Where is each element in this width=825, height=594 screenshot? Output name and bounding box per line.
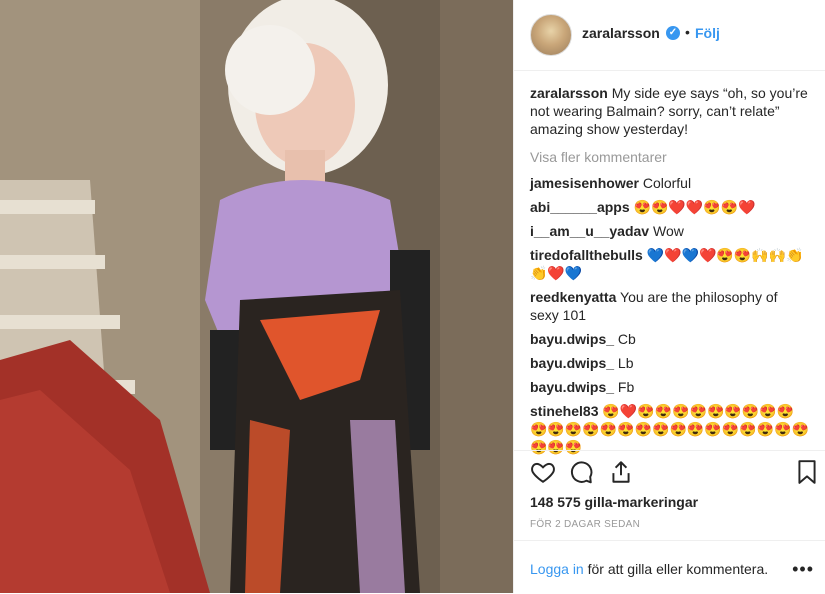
list-item: stinehel83 😍❤️😍😍😍😍😍😍😍😍😍😍😍😍😍😍😍😍😍😍😍😍😍😍😍😍😍😍… bbox=[530, 402, 810, 456]
login-link[interactable]: Logga in bbox=[530, 561, 584, 577]
list-item: jamesisenhower Colorful bbox=[530, 174, 810, 192]
list-item: reedkenyatta You are the philosophy of s… bbox=[530, 288, 810, 324]
likes-count[interactable]: 148 575 gilla-markeringar bbox=[530, 494, 698, 510]
comment-username[interactable]: abi______apps bbox=[530, 199, 630, 215]
action-bar bbox=[514, 450, 825, 495]
heart-icon[interactable] bbox=[530, 459, 556, 485]
list-item: tiredofallthebulls 💙❤️💙❤️😍😍🙌🙌👏👏❤️💙 bbox=[530, 246, 810, 282]
post-photo[interactable] bbox=[0, 0, 513, 593]
login-prompt: Logga in för att gilla eller kommentera. bbox=[530, 561, 768, 577]
comment-text: Lb bbox=[617, 355, 634, 371]
login-prompt-text: för att gilla eller kommentera. bbox=[583, 561, 769, 577]
comments-list[interactable]: zaralarsson My side eye says “oh, so you… bbox=[530, 84, 810, 455]
comment-text: 😍😍❤️❤️😍😍❤️ bbox=[633, 199, 756, 215]
avatar[interactable] bbox=[530, 14, 572, 56]
comment-text: Cb bbox=[617, 331, 636, 347]
more-options-icon[interactable]: ••• bbox=[792, 559, 814, 580]
view-more-comments-button[interactable]: Visa fler kommentarer bbox=[530, 148, 810, 166]
comment-text: Colorful bbox=[642, 175, 692, 191]
comment-text: Fb bbox=[617, 379, 635, 395]
post-header: zaralarsson ✓ • Följ bbox=[514, 0, 825, 71]
comment-username[interactable]: stinehel83 bbox=[530, 403, 598, 419]
comment-icon[interactable] bbox=[568, 459, 594, 485]
verified-badge-icon: ✓ bbox=[666, 26, 680, 40]
caption-username[interactable]: zaralarsson bbox=[530, 85, 608, 101]
photo-illustration bbox=[0, 0, 513, 593]
comment-text: Wow bbox=[652, 223, 684, 239]
follow-button[interactable]: Följ bbox=[695, 25, 720, 41]
post-sidebar: zaralarsson ✓ • Följ zaralarsson My side… bbox=[513, 0, 825, 593]
comment-username[interactable]: bayu.dwips_ bbox=[530, 331, 614, 347]
comment-username[interactable]: tiredofallthebulls bbox=[530, 247, 643, 263]
list-item: abi______apps 😍😍❤️❤️😍😍❤️ bbox=[530, 198, 810, 216]
comment-username[interactable]: bayu.dwips_ bbox=[530, 379, 614, 395]
comment-username[interactable]: reedkenyatta bbox=[530, 289, 616, 305]
list-item: bayu.dwips_ Cb bbox=[530, 330, 810, 348]
list-item: bayu.dwips_ Lb bbox=[530, 354, 810, 372]
bookmark-icon[interactable] bbox=[794, 459, 820, 485]
caption: zaralarsson My side eye says “oh, so you… bbox=[530, 84, 810, 138]
author-username[interactable]: zaralarsson bbox=[582, 25, 660, 41]
list-item: i__am__u__yadav Wow bbox=[530, 222, 810, 240]
comment-username[interactable]: i__am__u__yadav bbox=[530, 223, 649, 239]
login-footer: Logga in för att gilla eller kommentera.… bbox=[514, 540, 825, 594]
post-timestamp: FÖR 2 DAGAR SEDAN bbox=[530, 519, 641, 530]
list-item: bayu.dwips_ Fb bbox=[530, 378, 810, 396]
separator-dot: • bbox=[685, 24, 690, 40]
comment-username[interactable]: bayu.dwips_ bbox=[530, 355, 614, 371]
comment-username[interactable]: jamesisenhower bbox=[530, 175, 639, 191]
share-icon[interactable] bbox=[608, 459, 634, 485]
